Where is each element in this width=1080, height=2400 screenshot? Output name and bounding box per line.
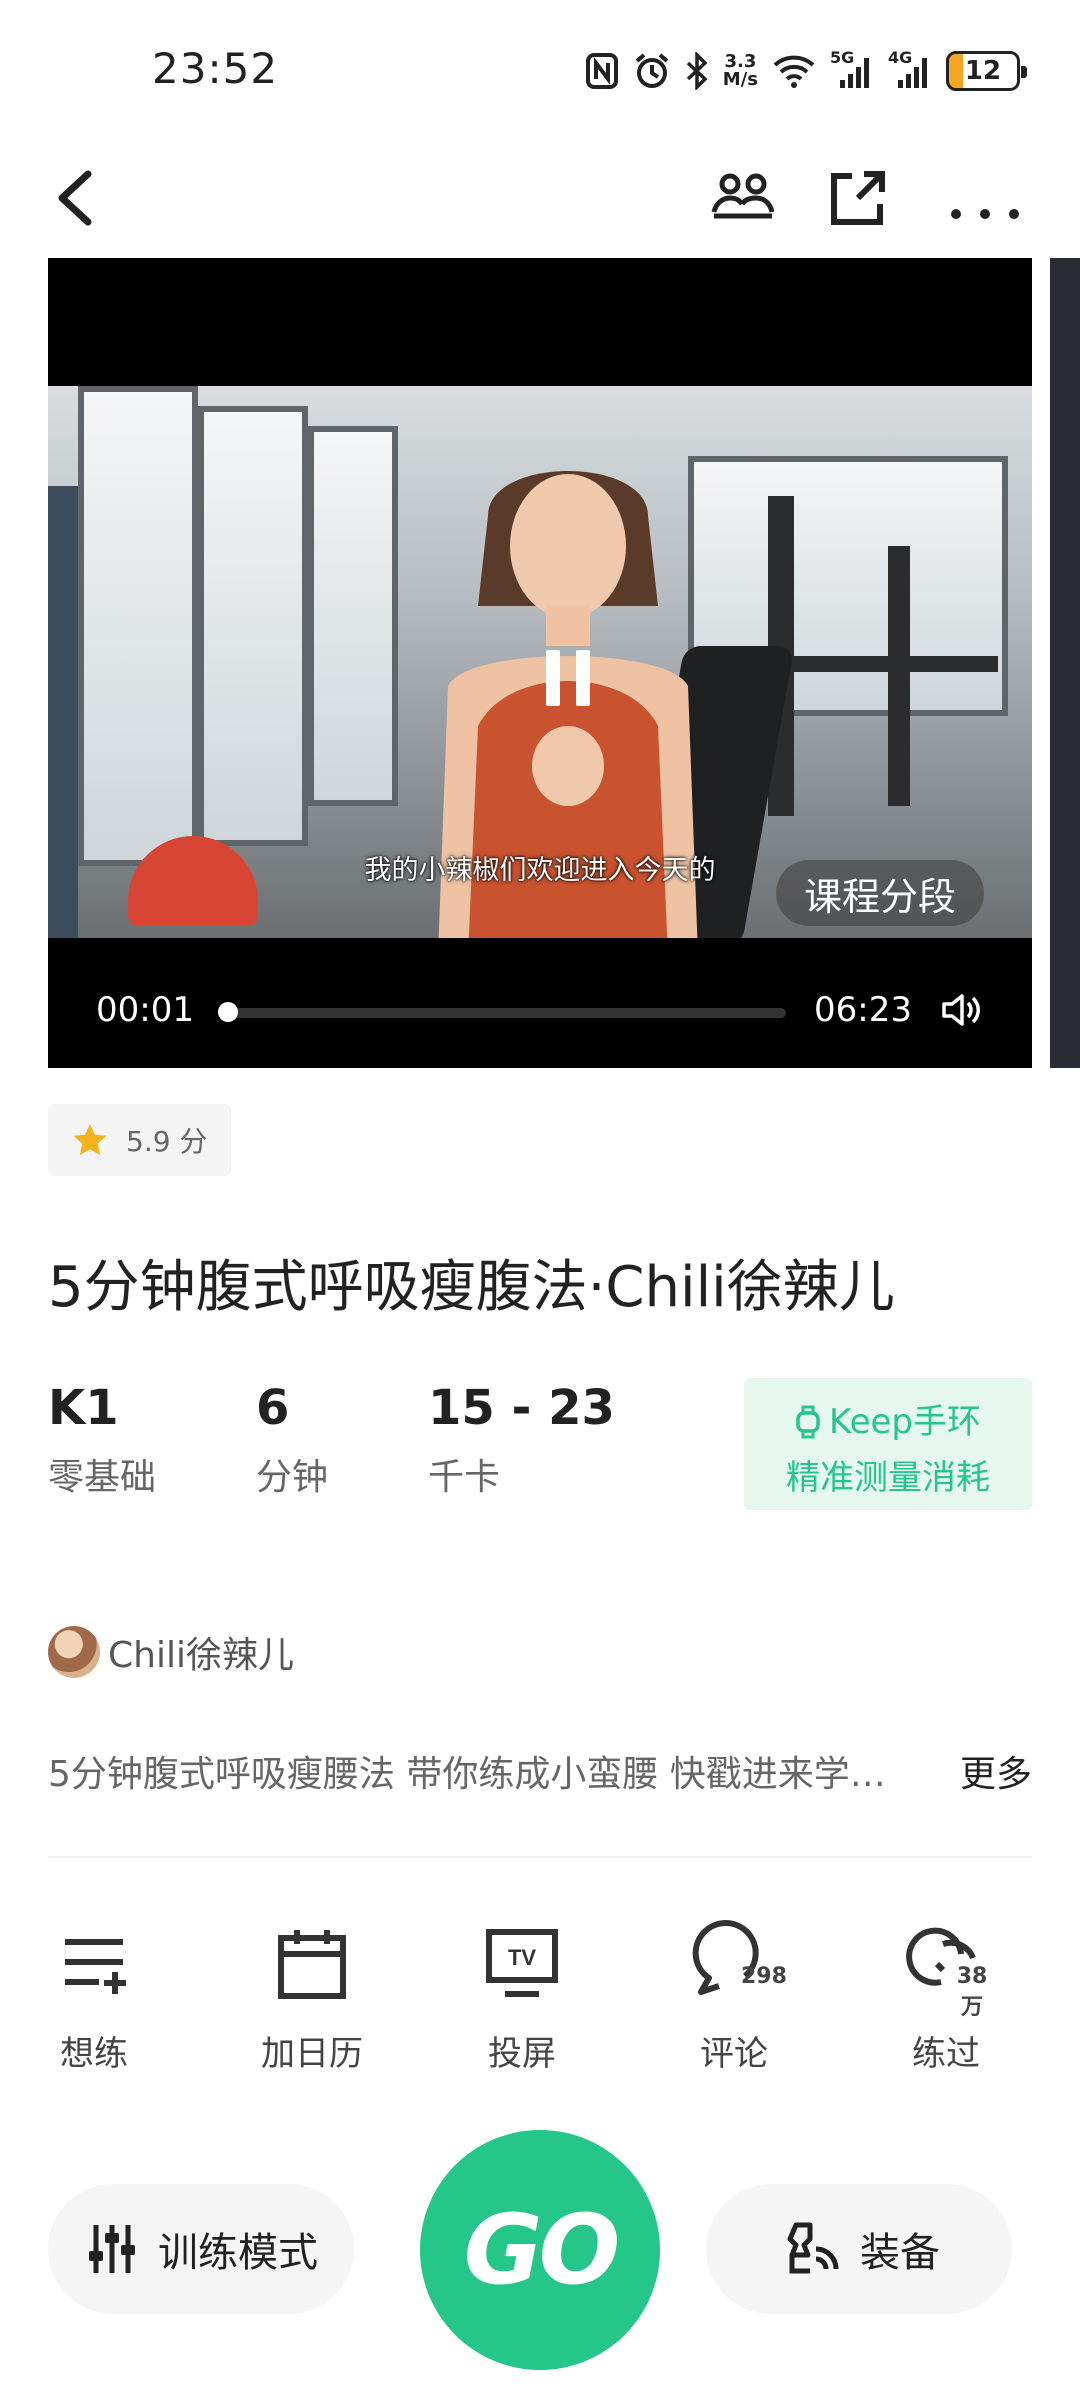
seek-bar[interactable] <box>217 1002 786 1022</box>
back-button[interactable] <box>48 162 108 234</box>
bottom-bar: 训练模式 GO 装备 <box>0 2130 1080 2400</box>
share-button[interactable] <box>822 162 894 234</box>
status-time: 23:52 <box>152 44 279 93</box>
stat-unit: 千卡 <box>428 1457 501 1498</box>
stat-value: K1 <box>48 1380 119 1436</box>
signal-4g-icon: 4G <box>888 48 932 94</box>
sliders-icon <box>89 2225 135 2273</box>
tv-badge: TV <box>508 1945 536 1970</box>
battery-icon: 12 <box>946 51 1027 91</box>
equipment-label: 装备 <box>860 2230 940 2276</box>
trained-button[interactable]: 38万 练过 <box>846 1920 1046 2075</box>
total-time: 06:23 <box>814 990 912 1030</box>
band-line-2: 精准测量消耗 <box>786 1458 990 1498</box>
calendar-icon <box>267 1920 357 2010</box>
course-description: 5分钟腹式呼吸瘦腰法 带你练成小蛮腰 快戳进来学… 更多 <box>48 1745 1032 1797</box>
comment-icon: 298 <box>689 1920 787 2010</box>
stat-unit: 分钟 <box>256 1457 329 1498</box>
band-line-1: Keep手环 <box>744 1394 1032 1450</box>
cast-screen-button[interactable]: TV 投屏 <box>422 1920 622 2075</box>
video-controls: 00:01 06:23 <box>48 938 1032 1068</box>
action-label: 加日历 <box>261 2034 363 2074</box>
equipment-cast-icon <box>787 2222 839 2274</box>
playlist-add-icon <box>49 1920 139 2010</box>
video-player[interactable]: 我的小辣椒们欢迎进入今天的 课程分段 00:01 06:23 <box>48 258 1032 1068</box>
stat-calories: 15 - 23 千卡 <box>428 1380 615 1500</box>
action-label: 评论 <box>700 2034 768 2074</box>
equipment-button[interactable]: 装备 <box>706 2184 1012 2314</box>
rating-score: 5.9 分 <box>126 1125 208 1158</box>
group-train-button[interactable] <box>706 162 778 234</box>
comment-count: 298 <box>741 1964 787 1989</box>
divider <box>48 1856 1032 1858</box>
more-button[interactable] <box>940 162 1030 234</box>
want-train-button[interactable]: 想练 <box>0 1920 194 2075</box>
app-bar <box>0 140 1080 260</box>
training-mode-label: 训练模式 <box>158 2230 318 2276</box>
status-icons: 3.3 M/s 5G 4G 12 <box>585 48 1027 94</box>
watch-icon <box>796 1405 820 1439</box>
add-calendar-button[interactable]: 加日历 <box>212 1920 412 2075</box>
stat-value: 15 - 23 <box>428 1380 615 1436</box>
avatar <box>48 1626 100 1678</box>
course-segments-button[interactable]: 课程分段 <box>775 860 984 926</box>
more-link[interactable]: 更多 <box>960 1745 1032 1797</box>
stat-value: 6 <box>256 1380 290 1436</box>
action-row: 想练 加日历 TV 投屏 298 评论 38万 练过 <box>0 1920 1080 2074</box>
gym-window <box>198 406 308 846</box>
bluetooth-icon <box>685 48 709 94</box>
network-speed: 3.3 M/s <box>723 48 758 94</box>
comments-button[interactable]: 298 评论 <box>634 1920 834 2075</box>
nfc-icon <box>585 48 619 94</box>
gym-window <box>308 426 398 806</box>
action-label: 练过 <box>912 2034 980 2074</box>
band-line-1-text: Keep手环 <box>828 1402 982 1442</box>
chevron-left-icon <box>58 170 92 226</box>
course-title: 5分钟腹式呼吸瘦腹法·Chili徐辣儿 <box>48 1255 895 1320</box>
seek-handle[interactable] <box>217 1002 238 1022</box>
net-speed-unit: M/s <box>722 69 758 90</box>
author-name: Chili徐辣儿 <box>108 1635 294 1676</box>
stat-unit: 零基础 <box>48 1457 157 1498</box>
description-text: 5分钟腹式呼吸瘦腰法 带你练成小蛮腰 快戳进来学… <box>48 1754 886 1795</box>
training-mode-button[interactable]: 训练模式 <box>48 2184 354 2314</box>
keep-band-promo[interactable]: Keep手环 精准测量消耗 <box>744 1378 1032 1510</box>
trained-icon: 38万 <box>901 1920 991 2020</box>
next-card-edge <box>1050 258 1080 1068</box>
pause-button[interactable] <box>518 628 618 728</box>
battery-level: 12 <box>964 56 1002 86</box>
action-label: 投屏 <box>488 2034 556 2074</box>
stat-level: K1 零基础 <box>48 1380 156 1500</box>
status-bar: 23:52 3.3 M/s 5G 4G 12 <box>0 0 1080 140</box>
stat-duration: 6 分钟 <box>256 1380 328 1500</box>
net2-label: 4G <box>888 48 913 67</box>
volume-button[interactable] <box>940 988 984 1032</box>
net1-label: 5G <box>830 48 855 67</box>
rating-badge: 5.9 分 <box>48 1104 232 1176</box>
volume-icon <box>942 994 980 1026</box>
signal-5g-icon: 5G <box>830 48 874 94</box>
course-stats: K1 零基础 6 分钟 15 - 23 千卡 Keep手环 精准测量消耗 <box>48 1378 1032 1520</box>
trained-count: 38万 <box>956 1964 988 2020</box>
gym-rack <box>888 546 910 806</box>
share-external-icon <box>831 171 885 225</box>
wifi-icon <box>772 48 816 94</box>
group-people-icon <box>711 173 775 219</box>
pause-icon <box>546 650 590 706</box>
current-time: 00:01 <box>96 990 194 1030</box>
more-dots-icon <box>951 209 1019 219</box>
action-label: 想练 <box>60 2034 128 2074</box>
author-link[interactable]: Chili徐辣儿 <box>48 1626 294 1678</box>
alarm-icon <box>633 48 671 94</box>
tv-cast-icon: TV <box>477 1920 567 2010</box>
go-button[interactable]: GO <box>420 2130 660 2370</box>
star-icon <box>73 1124 107 1155</box>
go-label: GO <box>463 2194 620 2306</box>
gym-window <box>78 386 198 866</box>
